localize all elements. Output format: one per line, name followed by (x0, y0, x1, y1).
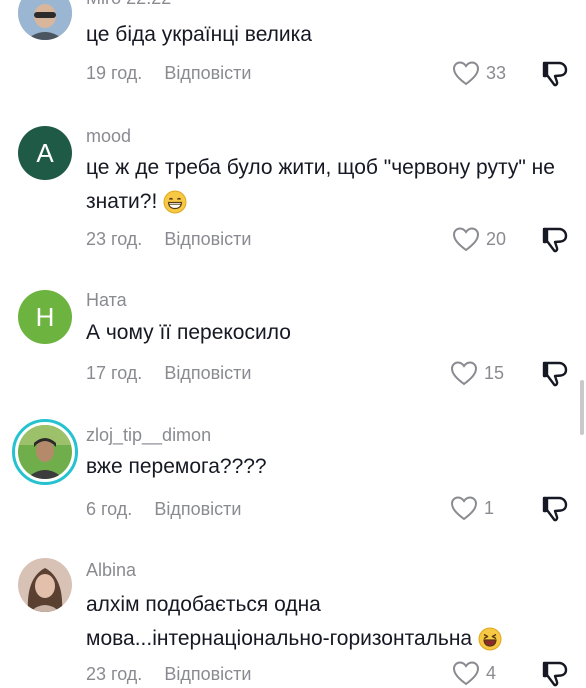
reply-button[interactable]: Відповісти (164, 664, 251, 684)
avatar[interactable] (18, 558, 72, 612)
comment-username[interactable]: Albina (86, 560, 136, 581)
reply-button[interactable]: Відповісти (164, 363, 251, 383)
avatar[interactable] (12, 419, 78, 485)
scrollbar[interactable] (580, 380, 584, 435)
comment-text-content: алхім подобається одна мова...інтернаціо… (86, 593, 473, 650)
comment-time: 19 год. (86, 63, 143, 83)
comment-text: це ж де треба було жити, щоб "червону ру… (86, 151, 556, 219)
comment-text: це біда українці велика (86, 23, 312, 46)
heart-icon (452, 661, 480, 686)
dislike-icon[interactable] (542, 360, 570, 388)
comment-username[interactable]: Міго 22.22 (86, 0, 171, 9)
like-count: 1 (484, 497, 495, 518)
like-button[interactable]: 4 (452, 660, 496, 686)
avatar[interactable]: H (18, 290, 72, 344)
avatar[interactable] (18, 0, 72, 40)
laughing-emoji-icon (478, 627, 502, 651)
comment-text: А чому її перекосило (86, 321, 291, 344)
comment-time: 23 год. (86, 229, 143, 249)
reply-button[interactable]: Відповісти (164, 229, 251, 249)
comment-username[interactable]: mood (86, 126, 131, 147)
comment-text: вже перемога???? (86, 455, 267, 478)
comment-meta: 19 год. Відповісти (86, 63, 251, 84)
avatar-letter: H (35, 301, 55, 332)
comment-meta: 6 год. Відповісти (86, 499, 241, 520)
avatar-letter: A (36, 137, 54, 168)
comment-text-content: це ж де треба було жити, щоб "червону ру… (86, 156, 555, 213)
reply-button[interactable]: Відповісти (164, 63, 251, 83)
reply-button[interactable]: Відповісти (154, 499, 241, 519)
like-count: 15 (484, 362, 505, 383)
comment-time: 17 год. (86, 363, 143, 383)
dislike-icon[interactable] (542, 60, 570, 88)
dislike-icon[interactable] (542, 660, 570, 688)
like-button[interactable]: 20 (452, 226, 506, 252)
like-button[interactable]: 33 (452, 60, 506, 86)
avatar-photo (18, 425, 72, 479)
comment-username[interactable]: zloj_tip__dimon (86, 425, 211, 446)
comment-meta: 23 год. Відповісти (86, 229, 251, 250)
heart-icon (452, 227, 480, 252)
comment-time: 6 год. (86, 499, 133, 519)
heart-icon (450, 361, 478, 386)
comment-time: 23 год. (86, 664, 143, 684)
comment-username[interactable]: Ната (86, 290, 127, 311)
like-count: 33 (486, 62, 507, 83)
avatar[interactable]: A (18, 126, 72, 180)
comment-text: алхім подобається одна мова...інтернаціо… (86, 588, 556, 656)
dislike-icon[interactable] (542, 226, 570, 254)
grinning-emoji-icon (163, 190, 187, 214)
avatar-photo (18, 0, 72, 40)
dislike-icon[interactable] (542, 495, 570, 523)
like-count: 4 (486, 662, 497, 683)
avatar-photo (18, 558, 72, 612)
heart-icon (452, 61, 480, 86)
like-count: 20 (486, 228, 507, 249)
like-button[interactable]: 1 (450, 495, 494, 521)
like-button[interactable]: 15 (450, 360, 504, 386)
heart-icon (450, 496, 478, 521)
comment-meta: 17 год. Відповісти (86, 363, 251, 384)
